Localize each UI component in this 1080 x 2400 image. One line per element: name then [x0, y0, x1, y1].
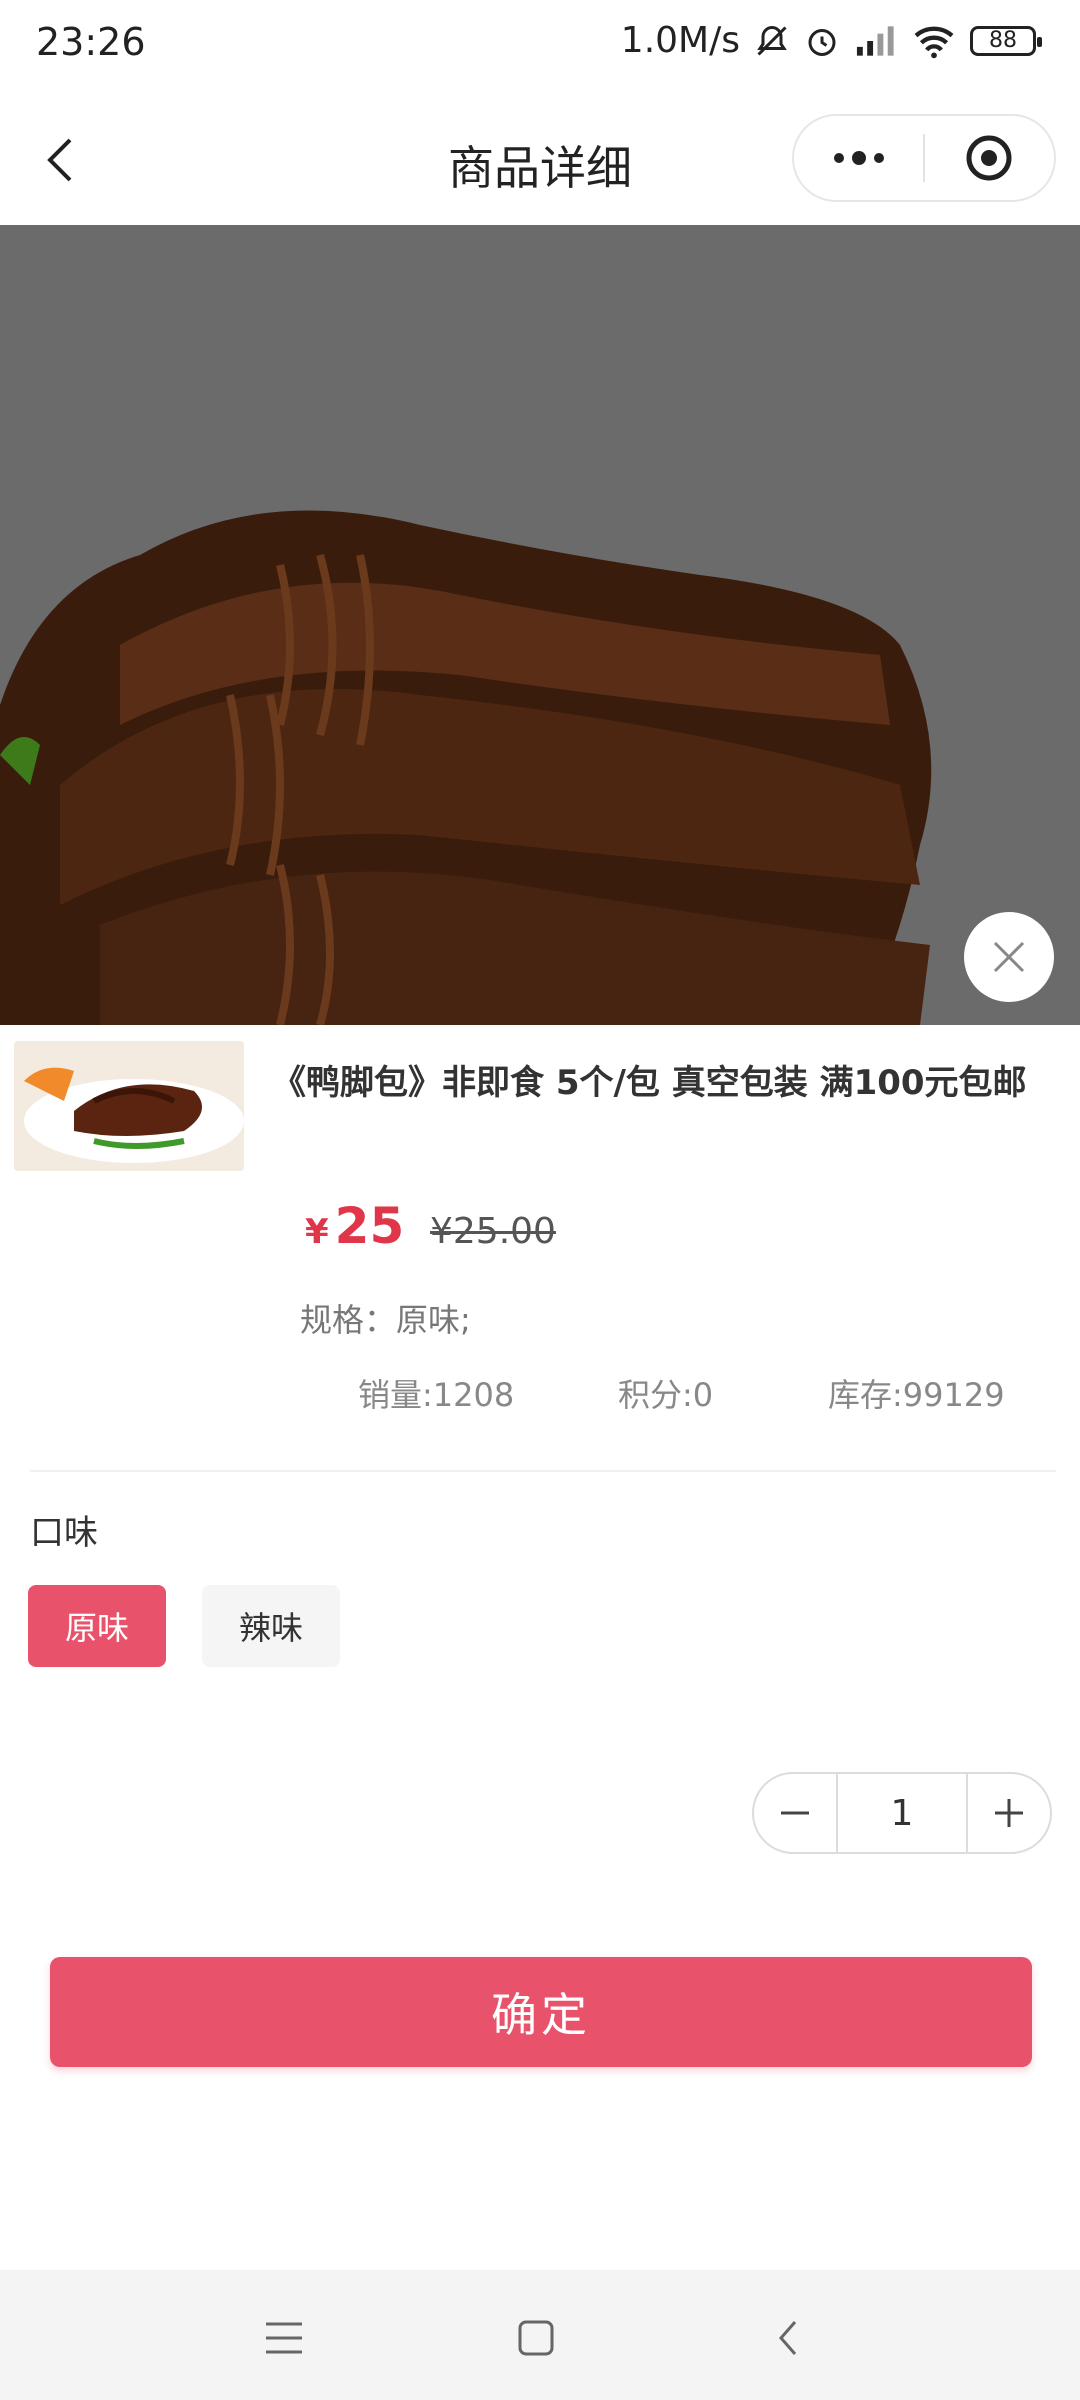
currency-symbol: ¥ [305, 1212, 329, 1252]
system-back-icon[interactable] [758, 2308, 818, 2368]
points: 积分:0 [618, 1376, 714, 1414]
stock: 库存:99129 [828, 1376, 1005, 1414]
plus-icon[interactable] [968, 1774, 1050, 1852]
network-speed: 1.0M/s [620, 20, 740, 61]
sales-count: 销量:1208 [358, 1376, 515, 1414]
spec-text: 规格：原味; [300, 1301, 471, 1339]
status-time: 23:26 [36, 20, 146, 64]
product-title: 《鸭脚包》非即食 5个/包 真空包装 满100元包邮 [272, 1063, 1027, 1103]
divider [30, 1470, 1056, 1472]
target-icon[interactable] [925, 116, 1054, 200]
option-original[interactable]: 原味 [28, 1585, 166, 1667]
status-bar: 23:26 1.0M/s 88 [0, 0, 1080, 90]
confirm-button[interactable]: 确定 [50, 1957, 1032, 2067]
close-icon[interactable] [964, 912, 1054, 1002]
price: ¥25 [305, 1197, 404, 1255]
more-icon[interactable] [794, 116, 923, 200]
alarm-icon [804, 23, 840, 59]
option-spicy[interactable]: 辣味 [202, 1585, 340, 1667]
original-price: ¥25.00 [430, 1211, 556, 1252]
mini-program-capsule [792, 114, 1056, 202]
signal-icon [854, 23, 898, 59]
mute-icon [754, 23, 790, 59]
status-icons: 1.0M/s 88 [620, 20, 1042, 61]
sku-sheet: 《鸭脚包》非即食 5个/包 真空包装 满100元包邮 ¥25 ¥25.00 规格… [0, 1025, 1080, 2270]
duck-feet-image [0, 510, 932, 1025]
battery-icon: 88 [970, 25, 1042, 56]
quantity-stepper: 1 [752, 1772, 1052, 1854]
menu-icon[interactable] [254, 2308, 314, 2368]
product-thumbnail [14, 1041, 244, 1171]
price-value: 25 [334, 1197, 405, 1255]
nav-header: 商品详细 [0, 90, 1080, 225]
wifi-icon [912, 23, 956, 59]
option-label: 口味 [30, 1513, 98, 1553]
minus-icon[interactable] [754, 1774, 836, 1852]
system-nav-bar [0, 2270, 1080, 2400]
home-icon[interactable] [506, 2308, 566, 2368]
quantity-value[interactable]: 1 [836, 1774, 968, 1852]
product-image [0, 225, 1080, 1025]
